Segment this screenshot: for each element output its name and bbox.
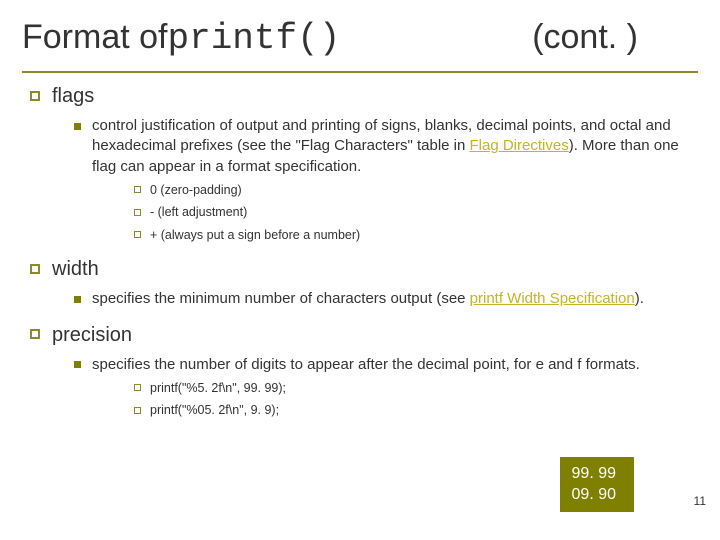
square-bullet-icon [134, 384, 141, 391]
filled-square-bullet-icon [74, 296, 81, 303]
flags-description: control justification of output and prin… [74, 116, 690, 244]
precision-label: precision [52, 324, 132, 346]
flag-directives-link[interactable]: Flag Directives [470, 137, 569, 154]
square-bullet-icon [30, 91, 40, 101]
title-prefix: Format of [22, 18, 167, 57]
flag-item: - (left adjustment) [134, 204, 690, 222]
width-spec-link[interactable]: printf Width Specification [470, 290, 635, 307]
precision-description: specifies the number of digits to appear… [74, 355, 690, 420]
flag-item-text: + (always put a sign before a number) [150, 228, 360, 242]
precision-example-text: printf("%05. 2f\n", 9. 9); [150, 403, 279, 417]
filled-square-bullet-icon [74, 123, 81, 130]
square-bullet-icon [134, 186, 141, 193]
flag-item-text: - (left adjustment) [150, 205, 247, 219]
output-line: 99. 99 [572, 463, 616, 485]
flag-item-text: 0 (zero-padding) [150, 183, 242, 197]
precision-example: printf("%05. 2f\n", 9. 9); [134, 402, 690, 420]
filled-square-bullet-icon [74, 361, 81, 368]
slide-title: Format of printf() (cont. ) [22, 18, 698, 59]
output-line: 09. 90 [572, 484, 616, 506]
title-code: printf() [167, 18, 340, 59]
precision-desc: specifies the number of digits to appear… [92, 356, 640, 373]
square-bullet-icon [134, 407, 141, 414]
precision-example-text: printf("%5. 2f\n", 99. 99); [150, 381, 286, 395]
output-example-box: 99. 99 09. 90 [560, 457, 634, 512]
precision-example: printf("%5. 2f\n", 99. 99); [134, 380, 690, 398]
flag-item: 0 (zero-padding) [134, 182, 690, 200]
square-bullet-icon [30, 264, 40, 274]
width-description: specifies the minimum number of characte… [74, 289, 690, 309]
flag-item: + (always put a sign before a number) [134, 227, 690, 245]
square-bullet-icon [30, 329, 40, 339]
section-flags: flags control justification of output an… [30, 85, 690, 244]
width-desc-post: ). [635, 290, 644, 307]
section-width: width specifies the minimum number of ch… [30, 258, 690, 309]
width-desc-pre: specifies the minimum number of characte… [92, 290, 470, 307]
slide-content: flags control justification of output an… [0, 73, 720, 420]
title-suffix: (cont. ) [532, 18, 638, 57]
section-precision: precision specifies the number of digits… [30, 324, 690, 420]
flags-label: flags [52, 85, 94, 107]
square-bullet-icon [134, 209, 141, 216]
slide-title-area: Format of printf() (cont. ) [0, 0, 720, 67]
square-bullet-icon [134, 231, 141, 238]
width-label: width [52, 258, 99, 280]
page-number: 11 [694, 494, 706, 508]
